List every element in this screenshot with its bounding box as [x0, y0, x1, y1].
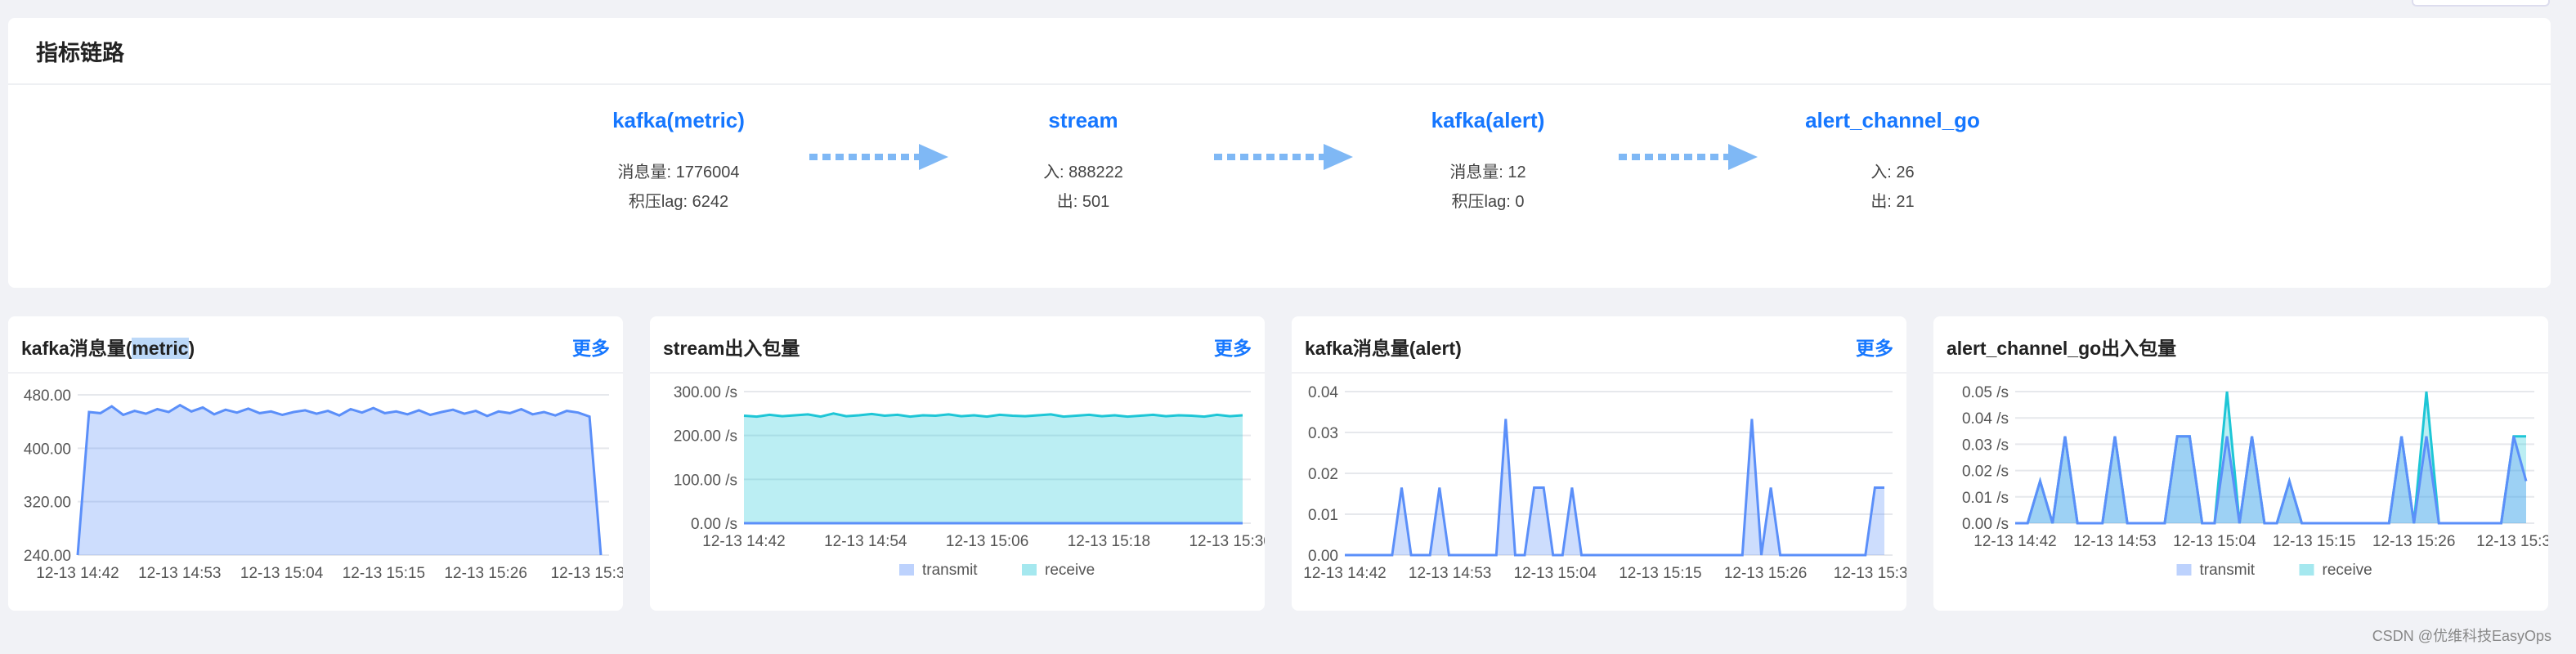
x-tick-label: 12-13 14:42 [702, 533, 785, 550]
chart-plot: 480.00 400.00 320.00 240.0012-13 14:42 12-13… [24, 387, 623, 582]
legend-label: transmit [2200, 562, 2256, 579]
chart-plot: 0.05 /s 0.04 /s 0.03 /s 0.02 /s 0.01 /s 0.00 … [1962, 384, 2548, 579]
y-tick-label: 0.03 [1308, 425, 1338, 442]
legend-swatch [2176, 564, 2192, 576]
legend-swatch [2299, 564, 2314, 576]
y-tick-label: 0.04 /s [1962, 410, 2009, 428]
x-tick-label: 12-13 15:15 [2273, 533, 2355, 550]
y-tick-label: 0.00 /s [1962, 516, 2009, 533]
x-tick-label: 12-13 15:3 [2476, 533, 2548, 550]
chart-title: alert_channel_go出入包量 [1947, 338, 2177, 359]
x-tick-label: 12-13 15:3 [1834, 565, 1906, 582]
legend-label: receive [2323, 562, 2372, 579]
arrow-right-icon [1214, 144, 1353, 170]
y-tick-label: 0.05 /s [1962, 384, 2009, 401]
series-line [2015, 391, 2526, 525]
pipeline-node-stat: 出: 21 [1870, 193, 1915, 211]
pipeline-node-stat: 出: 501 [1056, 193, 1110, 211]
pipeline-node-alert-channel-go: alert_channel_go 入: 26 出: 21 [1745, 108, 2040, 217]
more-link[interactable]: 更多 [1214, 333, 1252, 361]
y-tick-label: 0.01 [1308, 507, 1338, 524]
y-tick-label: 0.01 /s [1962, 490, 2009, 507]
y-tick-label: 100.00 /s [674, 472, 737, 489]
pipeline-node-stream: stream 入: 888222 出: 501 [936, 108, 1230, 217]
arrow-right-icon [809, 144, 948, 170]
x-tick-label: 12-13 14:42 [1303, 565, 1386, 582]
pipeline-node-kafka-alert: kafka(alert) 消息量: 12 积压lag: 0 [1341, 108, 1635, 217]
chart-card-kafka-alert: kafka消息量(alert) 更多 0.04 0.03 0.02 0.01 0.00 1… [1292, 316, 1906, 611]
legend-label: transmit [922, 562, 978, 579]
y-tick-label: 240.00 [24, 548, 71, 565]
y-tick-label: 0.02 [1308, 466, 1338, 483]
pipeline-node-stat: 消息量: 12 [1449, 164, 1526, 181]
x-tick-label: 12-13 14:42 [1973, 533, 2056, 550]
series-area [78, 405, 601, 555]
x-tick-label: 12-13 15:04 [2173, 533, 2256, 550]
series-area [1345, 419, 1884, 555]
series-line [1345, 419, 1884, 557]
legend-label: receive [1045, 562, 1095, 579]
series-area [2015, 392, 2526, 523]
more-link[interactable]: 更多 [1856, 333, 1893, 361]
pipeline-node-name[interactable]: kafka(alert) [1341, 108, 1635, 133]
pipeline-node-stat: 消息量: 1776004 [617, 164, 740, 181]
x-tick-label: 12-13 15:06 [946, 533, 1028, 550]
y-tick-label: 0.00 [1308, 548, 1338, 565]
pipeline-node-name[interactable]: alert_channel_go [1745, 108, 2040, 133]
arrow-right-icon [1619, 144, 1758, 170]
pipeline-node-stat: 入: 26 [1870, 164, 1915, 181]
y-tick-label: 300.00 /s [674, 384, 737, 401]
series-line [2015, 435, 2528, 525]
y-tick-label: 0.04 [1308, 384, 1338, 401]
y-tick-label: 0.02 /s [1962, 464, 2009, 481]
x-tick-label: 12-13 15:04 [1514, 565, 1597, 582]
chart-plot: 0.04 0.03 0.02 0.01 0.0012-13 14:42 12-13 14:… [1303, 384, 1906, 582]
y-tick-label: 320.00 [24, 495, 71, 512]
pipeline-node-stat: 积压lag: 0 [1451, 193, 1525, 211]
x-tick-label: 12-13 14:53 [1409, 565, 1491, 582]
x-tick-label: 12-13 15:26 [444, 565, 526, 582]
x-tick-label: 12-13 14:54 [824, 533, 907, 550]
x-tick-label: 12-13 15:3 [551, 565, 623, 582]
y-tick-label: 0.00 /s [691, 516, 737, 533]
metric-chain-panel: 指标链路 kafka(metric) 消息量: 1776004 积压lag: 6… [8, 18, 2551, 288]
series-area [2015, 436, 2526, 523]
chart-card-stream: stream出入包量 更多 300.00 /s 200.00 /s 100.00 /… [650, 316, 1265, 611]
x-tick-label: 12-13 15:04 [240, 565, 324, 582]
y-tick-label: 0.03 /s [1962, 437, 2009, 454]
chart-title: kafka消息量(alert) [1305, 338, 1462, 359]
x-tick-label: 12-13 15:26 [2372, 533, 2455, 550]
pipeline-node-stat: 积压lag: 6242 [628, 193, 729, 211]
chart-card-kafka-metric: kafka消息量(metric) 更多 480.00 400.00 320.00 24… [8, 316, 623, 611]
x-tick-label: 12-13 14:42 [36, 565, 119, 582]
pipeline-node-stat: 入: 888222 [1043, 164, 1123, 181]
y-tick-label: 200.00 /s [674, 428, 737, 446]
pipeline-node-name[interactable]: stream [936, 108, 1230, 133]
legend-swatch [1022, 564, 1037, 576]
panel-title: 指标链路 [8, 18, 2551, 85]
x-tick-label: 12-13 15:30 [1189, 533, 1265, 550]
chart-card-alert-channel-go: alert_channel_go出入包量 0.05 /s 0.04 /s 0.03 … [1933, 316, 2548, 611]
chart-title: stream出入包量 [663, 338, 800, 359]
more-link[interactable]: 更多 [572, 333, 610, 361]
pipeline-node-name[interactable]: kafka(metric) [531, 108, 826, 133]
legend-swatch [899, 564, 914, 576]
top-right-control[interactable] [2412, 0, 2550, 7]
y-tick-label: 400.00 [24, 441, 71, 458]
x-tick-label: 12-13 15:18 [1068, 533, 1150, 550]
x-tick-label: 12-13 14:53 [2073, 533, 2156, 550]
x-tick-label: 12-13 15:26 [1724, 565, 1807, 582]
y-tick-label: 480.00 [24, 387, 71, 405]
series-line [743, 412, 1243, 419]
x-tick-label: 12-13 15:15 [343, 565, 425, 582]
pipeline-node-kafka-metric: kafka(metric) 消息量: 1776004 积压lag: 6242 [531, 108, 826, 217]
watermark: CSDN @优维科技EasyOps [2372, 628, 2551, 644]
series-area [744, 413, 1243, 523]
x-tick-label: 12-13 15:15 [1619, 565, 1701, 582]
chart-title: kafka消息量(metric) [21, 338, 195, 359]
x-tick-label: 12-13 14:53 [138, 565, 221, 582]
chart-plot: 300.00 /s200.00 /s100.00 /s0.00 /s12-13 … [674, 384, 1265, 579]
